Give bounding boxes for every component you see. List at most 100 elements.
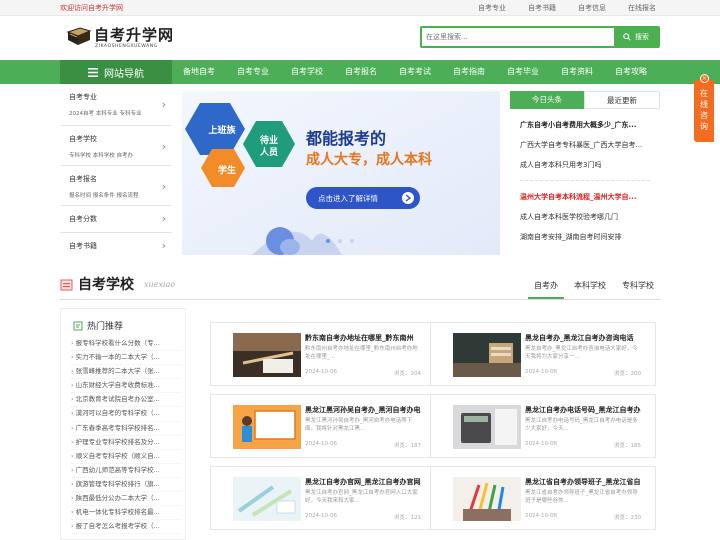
list-item[interactable]: 广东春季高考专科学校排名...: [71, 422, 181, 436]
top-link-info[interactable]: 自考信息: [578, 3, 606, 13]
menu-item-schools[interactable]: 自考学校 专科学校 本科学校 自考办 ›: [60, 126, 172, 166]
article-thumbnail: [233, 405, 301, 449]
list-item[interactable]: 报了自考怎么考报考学校（...: [71, 520, 181, 535]
article-card[interactable]: 黑龙自考办_黑龙江自考办咨询电话 黑龙自考办_黑龙江自考办咨询电话大家好，今天我…: [430, 322, 656, 386]
menu-item-title: 自考分数: [69, 215, 97, 223]
nav-site-guide[interactable]: 网站导航: [60, 60, 172, 84]
list-item[interactable]: 护理专业专科学校排名及分...: [71, 436, 181, 450]
article-card[interactable]: 黔东南自考办地址在哪里_黔东南州 黔东南州自考办地址在哪里_黔东南州自考办地址在…: [210, 322, 436, 386]
nav-item-strategy[interactable]: 自考攻略: [604, 60, 658, 84]
article-thumbnail: [453, 405, 521, 449]
list-item[interactable]: 广西幼儿师范高等专科学校...: [71, 464, 181, 478]
category-menu: 自考专业 2024自考 本科专业 专科专业 › 自考学校 专科学校 本科学校 自…: [60, 84, 172, 260]
news-headline-2[interactable]: 温州大学自考本科流程_温州大学自...: [510, 187, 660, 207]
section-title: 自考学校: [78, 277, 134, 293]
search-box: 搜索: [420, 26, 660, 48]
article-card[interactable]: 黑龙江自考办电话号码_黑龙江自考办 黑龙江自考办电话号码_黑龙江自考办电话是多少…: [430, 394, 656, 458]
banner-tag-student: 学生: [217, 166, 236, 176]
list-item[interactable]: 山东财经大学自考收费标准...: [71, 379, 181, 394]
hot-title-label: 热门推荐: [87, 322, 124, 332]
article-views: 浏览：204: [394, 371, 421, 377]
nav-item-exam[interactable]: 自考考试: [388, 60, 442, 84]
banner-slogan: 成人大专，成人本科: [306, 152, 432, 168]
nav-item-materials[interactable]: 自考资料: [550, 60, 604, 84]
hero-banner[interactable]: 上班族 学生 待业 人员 都能报考的 成人大专，成人本科 点击进入了解详情: [182, 91, 500, 255]
nav-item-guide[interactable]: 自考指南: [442, 60, 496, 84]
chevron-right-icon: ›: [161, 212, 166, 225]
search-input[interactable]: [422, 28, 614, 46]
article-card[interactable]: 黑龙江自考办官网_黑龙江自考办官网 黑龙江自考办官网_黑龙江自考办官网入口大家好…: [210, 466, 436, 530]
news-headline-1[interactable]: 广东自考小自考费用大概多少_广东...: [510, 115, 660, 135]
nav-item-majors[interactable]: 自考专业: [226, 60, 280, 84]
list-item[interactable]: 报专科学校看什么分数（专...: [71, 337, 181, 352]
article-date: 2024-10-06: [305, 369, 337, 375]
list-item[interactable]: 陕西最低分公办二本大学（...: [71, 492, 181, 507]
search-button[interactable]: 搜索: [614, 28, 658, 46]
tab-today-headlines[interactable]: 今日头条: [510, 91, 584, 109]
article-card[interactable]: 黑龙江黑河孙吴自考办_黑河自考办电 黑龙江黑河孙吴自考办_黑河自考办电话等下面，…: [210, 394, 436, 458]
news-item[interactable]: 成人自考本科医学校验考哪几门: [510, 207, 660, 227]
list-item[interactable]: 顺义自考专科学校（顺义自...: [71, 450, 181, 464]
tab-exam-office[interactable]: 自考办: [528, 280, 564, 299]
menu-item-title: 自考专业: [69, 93, 97, 101]
news-item[interactable]: 广西大学自考专科暴医_广西大学自考...: [510, 135, 660, 155]
online-consult-button[interactable]: × 在线咨询: [694, 74, 714, 142]
article-card[interactable]: 黑龙江省自考办领导班子_黑龙江省自 黑龙江省自考办领导班子_黑龙江省自考办领导班…: [430, 466, 656, 530]
close-icon[interactable]: ×: [700, 74, 709, 83]
nav-item-schools[interactable]: 自考学校: [280, 60, 334, 84]
menu-item-books[interactable]: 自考书籍 ›: [60, 233, 172, 260]
nav-item-register[interactable]: 自考报名: [334, 60, 388, 84]
document-icon: [73, 321, 83, 330]
tab-college-schools[interactable]: 专科学校: [616, 280, 660, 299]
list-item[interactable]: 旗游管理专科学校排行（旗...: [71, 478, 181, 493]
list-item[interactable]: 实力不输一本的二本大学（...: [71, 351, 181, 366]
article-desc: 黑龙自考办_黑龙江自考办咨询电话大家好，今天我将为大家分享一...: [525, 346, 638, 360]
article-desc: 黑龙江黑河孙吴自考办_黑河自考办电话等下面，我将针对黑龙江黑...: [305, 418, 413, 432]
article-thumbnail: [233, 333, 301, 377]
section-header: 自考学校 xuexiao 自考办 本科学校 专科学校: [60, 272, 660, 300]
top-link-majors[interactable]: 自考专业: [478, 3, 506, 13]
top-bar: 欢迎访问自考升学网 自考专业 自考书籍 自考信息 在线报名: [0, 0, 720, 16]
menu-item-register[interactable]: 自考报名 报名时间 报名条件 报名流程 ›: [60, 166, 172, 206]
tab-undergrad-schools[interactable]: 本科学校: [568, 280, 612, 299]
article-title: 黑龙江自考办电话号码_黑龙江自考办: [525, 406, 641, 414]
nav-item-regions[interactable]: 备地自考: [172, 60, 226, 84]
article-desc: 黔东南州自考办地址在哪里_黔东南州自考办地址在哪里_...: [305, 346, 418, 360]
article-date: 2024-10-06: [525, 369, 557, 375]
search-button-label: 搜索: [635, 33, 649, 41]
article-thumbnail: [233, 477, 301, 521]
menu-item-sub: 专科学校 本科学校 自考办: [69, 153, 133, 159]
list-item[interactable]: 北京教育考试院自考办公室...: [71, 393, 181, 408]
news-list: 广东自考小自考费用大概多少_广东... 广西大学自考专科暴医_广西大学自考...…: [510, 109, 660, 247]
top-link-books[interactable]: 自考书籍: [528, 3, 556, 13]
news-divider: [520, 175, 650, 181]
chevron-right-icon: ›: [161, 140, 166, 153]
article-date: 2024-10-06: [525, 513, 557, 519]
news-item[interactable]: 成人自考本科只用考3门吗: [510, 155, 660, 175]
article-thumbnail: [453, 333, 521, 377]
top-links: 自考专业 自考书籍 自考信息 在线报名: [478, 3, 656, 13]
news-tabs: 今日头条 最近更新: [510, 91, 660, 109]
top-link-register[interactable]: 在线报名: [628, 3, 656, 13]
news-item[interactable]: 湖南自考安排_湖南自考时间安排: [510, 227, 660, 247]
menu-item-majors[interactable]: 自考专业 2024自考 本科专业 专科专业 ›: [60, 84, 172, 126]
list-item[interactable]: 张雪峰推荐的二本大学（张...: [71, 365, 181, 380]
welcome-text: 欢迎访问自考升学网: [60, 4, 123, 12]
nav-item-graduation[interactable]: 自考毕业: [496, 60, 550, 84]
article-date: 2024-10-06: [525, 441, 557, 447]
site-logo[interactable]: 自考升学网 ZIKAOSHENGXUEWANG: [66, 24, 176, 54]
menu-item-sub: 报名时间 报名条件 报名流程: [69, 193, 139, 199]
section-tabs: 自考办 本科学校 专科学校: [524, 280, 660, 299]
list-item[interactable]: 漠河可以自考的专科学校（...: [71, 407, 181, 422]
menu-item-scores[interactable]: 自考分数 ›: [60, 206, 172, 233]
article-views: 浏览：230: [614, 515, 641, 521]
site-title: 自考升学网: [94, 26, 175, 44]
article-date: 2024-10-06: [305, 513, 337, 519]
online-consult-label: 在线咨询: [700, 89, 708, 131]
main-nav: 网站导航 备地自考 自考专业 自考学校 自考报名 自考考试 自考指南 自考毕业 …: [0, 60, 720, 84]
menu-item-title: 自考报名: [69, 175, 97, 183]
tab-recent-updates[interactable]: 最近更新: [584, 91, 660, 109]
list-item[interactable]: 机电一体化专科学校排名最...: [71, 506, 181, 521]
banner-cta-button[interactable]: 点击进入了解详情: [318, 193, 378, 204]
menu-icon: [88, 67, 98, 77]
